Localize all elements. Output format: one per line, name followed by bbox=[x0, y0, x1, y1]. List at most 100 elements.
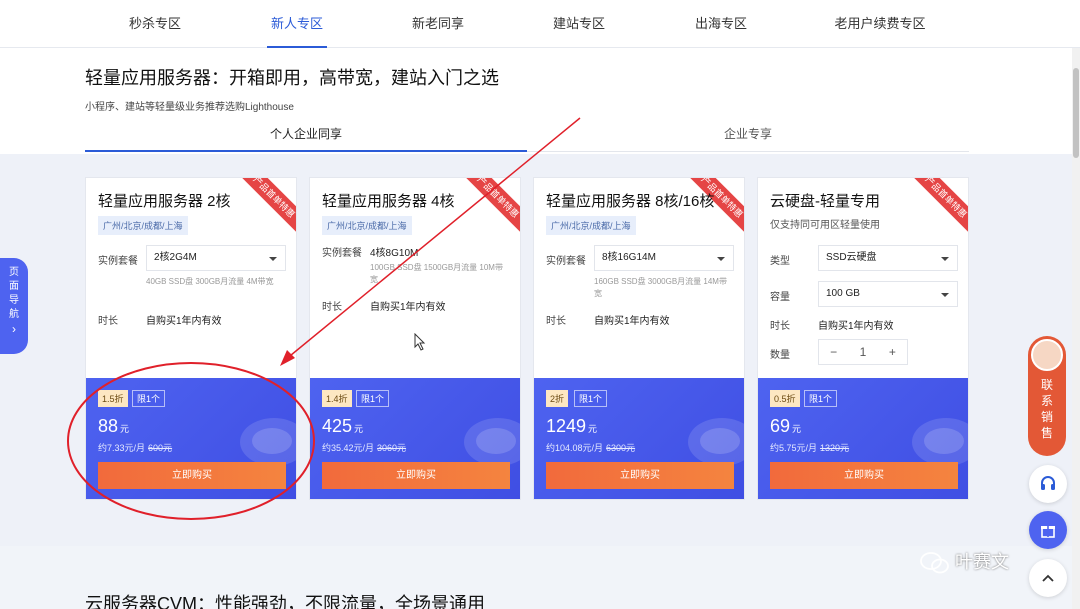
price: 88 元 bbox=[98, 416, 129, 437]
next-section-title: 云服务器CVM：性能强劲，不限流量，全场景通用 bbox=[85, 594, 485, 609]
nav-item-flash-sale[interactable]: 秒杀专区 bbox=[95, 0, 215, 48]
quantity-label: 数量 bbox=[770, 350, 790, 361]
promo-ribbon: 产品首单特惠 bbox=[463, 178, 520, 232]
watermark-text: 叶赛文 bbox=[955, 552, 1010, 572]
duration-value: 自购买1年内有效 bbox=[146, 316, 222, 327]
avatar bbox=[1031, 339, 1063, 371]
buy-button[interactable]: 立即购买 bbox=[770, 462, 958, 489]
limit-badge: 限1个 bbox=[574, 390, 608, 407]
disk-decoration-icon bbox=[924, 428, 964, 454]
section-title: 轻量应用服务器：开箱即用，高带宽，建站入门之选 bbox=[85, 68, 499, 88]
card-title[interactable]: 轻量应用服务器 8核/16核 bbox=[546, 190, 714, 211]
price: 1249 元 bbox=[546, 416, 597, 437]
price-unit: 元 bbox=[588, 424, 598, 434]
instance-label: 实例套餐 bbox=[546, 256, 586, 267]
price: 425 元 bbox=[322, 416, 363, 437]
type-select[interactable]: SSD云硬盘 bbox=[818, 245, 958, 271]
gift-button[interactable] bbox=[1029, 511, 1067, 549]
duration-value: 自购买1年内有效 bbox=[370, 302, 446, 313]
card-title[interactable]: 轻量应用服务器 4核 bbox=[322, 190, 455, 211]
disk-decoration-icon bbox=[252, 428, 292, 454]
minus-button[interactable]: − bbox=[819, 340, 848, 364]
chevron-right-icon: › bbox=[12, 322, 16, 336]
capacity-label: 容量 bbox=[770, 292, 790, 303]
scrollbar[interactable] bbox=[1072, 48, 1080, 609]
scrollbar-thumb[interactable] bbox=[1073, 68, 1079, 158]
monthly-price: 约104.08元/月 6300元 bbox=[546, 441, 635, 454]
monthly-price: 约7.33元/月 600元 bbox=[98, 441, 172, 454]
price-unit: 元 bbox=[354, 424, 364, 434]
nav-item-website[interactable]: 建站专区 bbox=[519, 0, 639, 48]
instance-value: 4核8G10M bbox=[370, 248, 419, 259]
duration-label: 时长 bbox=[98, 316, 118, 327]
limit-badge: 限1个 bbox=[132, 390, 166, 407]
price-unit: 元 bbox=[792, 424, 802, 434]
plus-button[interactable]: + bbox=[878, 340, 907, 364]
product-card-cloud-disk: 产品首单特惠 云硬盘-轻量专用 仅支持同可用区轻量使用 类型 SSD云硬盘 容量… bbox=[757, 177, 969, 500]
duration-label: 时长 bbox=[770, 321, 790, 332]
discount-badge: 0.5折 bbox=[770, 390, 800, 407]
monthly-value: 约35.42元/月 bbox=[322, 443, 375, 453]
headset-icon bbox=[1041, 476, 1055, 490]
product-card-8core: 产品首单特惠 轻量应用服务器 8核/16核 广州/北京/成都/上海 实例套餐 8… bbox=[533, 177, 745, 500]
page-nav-char: 页 bbox=[9, 267, 19, 278]
instance-label: 实例套餐 bbox=[322, 248, 362, 259]
original-price: 1320元 bbox=[820, 443, 850, 453]
spec-note: 40GB SSD盘 300GB月流量 4M带宽 bbox=[146, 277, 274, 286]
buy-button[interactable]: 立即购买 bbox=[322, 462, 510, 489]
price-value: 1249 bbox=[546, 416, 587, 436]
monthly-value: 约7.33元/月 bbox=[98, 443, 146, 453]
buy-button[interactable]: 立即购买 bbox=[98, 462, 286, 489]
quantity-value[interactable]: 1 bbox=[848, 340, 877, 364]
price: 69 元 bbox=[770, 416, 801, 437]
nav-item-overseas[interactable]: 出海专区 bbox=[661, 0, 781, 48]
nav-item-shared[interactable]: 新老同享 bbox=[378, 0, 498, 48]
duration-label: 时长 bbox=[322, 302, 342, 313]
type-select-value: SSD云硬盘 bbox=[826, 252, 877, 263]
contact-char: 联 bbox=[1040, 378, 1053, 392]
original-price: 600元 bbox=[148, 443, 173, 453]
price-value: 69 bbox=[770, 416, 791, 436]
spec-note: 160GB SSD盘 3000GB月流量 14M带宽 bbox=[594, 277, 727, 298]
tab-personal-enterprise[interactable]: 个人企业同享 bbox=[85, 118, 527, 152]
page-nav-toggle[interactable]: 页 面 导 航 › bbox=[0, 258, 28, 354]
instance-label: 实例套餐 bbox=[98, 256, 138, 267]
chevron-down-icon bbox=[269, 257, 277, 261]
monthly-value: 约5.75元/月 bbox=[770, 443, 818, 453]
spec-note: 100GB SSD盘 1500GB月流量 10M带宽 bbox=[370, 263, 503, 284]
discount-badge: 1.4折 bbox=[322, 390, 352, 407]
price-value: 425 bbox=[322, 416, 353, 436]
product-card-2core: 产品首单特惠 轻量应用服务器 2核 广州/北京/成都/上海 实例套餐 2核2G4… bbox=[85, 177, 297, 500]
chevron-down-icon bbox=[941, 257, 949, 261]
card-title[interactable]: 云硬盘-轻量专用 bbox=[770, 190, 880, 211]
disk-decoration-icon bbox=[476, 428, 516, 454]
page-nav-char: 航 bbox=[9, 309, 19, 320]
card-title[interactable]: 轻量应用服务器 2核 bbox=[98, 190, 231, 211]
nav-item-new-user[interactable]: 新人专区 bbox=[237, 0, 357, 48]
card-subtitle: 仅支持同可用区轻量使用 bbox=[770, 220, 880, 231]
tab-enterprise-only[interactable]: 企业专享 bbox=[527, 118, 969, 152]
buy-button[interactable]: 立即购买 bbox=[546, 462, 734, 489]
contact-sales-button[interactable]: 联 系 销 售 bbox=[1028, 336, 1066, 456]
instance-select-value: 8核16G14M bbox=[602, 252, 656, 263]
discount-badge: 2折 bbox=[546, 390, 569, 407]
contact-char: 售 bbox=[1040, 426, 1053, 440]
capacity-select[interactable]: 100 GB bbox=[818, 281, 958, 307]
page-nav-char: 导 bbox=[9, 295, 19, 306]
duration-value: 自购买1年内有效 bbox=[594, 316, 670, 327]
monthly-price: 约35.42元/月 3060元 bbox=[322, 441, 406, 454]
headset-button[interactable] bbox=[1029, 465, 1067, 503]
wechat-icon bbox=[920, 552, 949, 574]
chevron-down-icon bbox=[941, 293, 949, 297]
page-nav-char: 面 bbox=[9, 281, 19, 292]
type-label: 类型 bbox=[770, 256, 790, 267]
original-price: 3060元 bbox=[377, 443, 407, 453]
chevron-down-icon bbox=[717, 257, 725, 261]
monthly-price: 约5.75元/月 1320元 bbox=[770, 441, 849, 454]
instance-select[interactable]: 2核2G4M bbox=[146, 245, 286, 271]
instance-select[interactable]: 8核16G14M bbox=[594, 245, 734, 271]
section-subtitle: 小程序、建站等轻量级业务推荐选购Lighthouse bbox=[85, 102, 294, 113]
region-tag: 广州/北京/成都/上海 bbox=[98, 216, 188, 235]
nav-item-renewal[interactable]: 老用户续费专区 bbox=[820, 0, 940, 48]
mouse-cursor-icon bbox=[414, 333, 426, 351]
